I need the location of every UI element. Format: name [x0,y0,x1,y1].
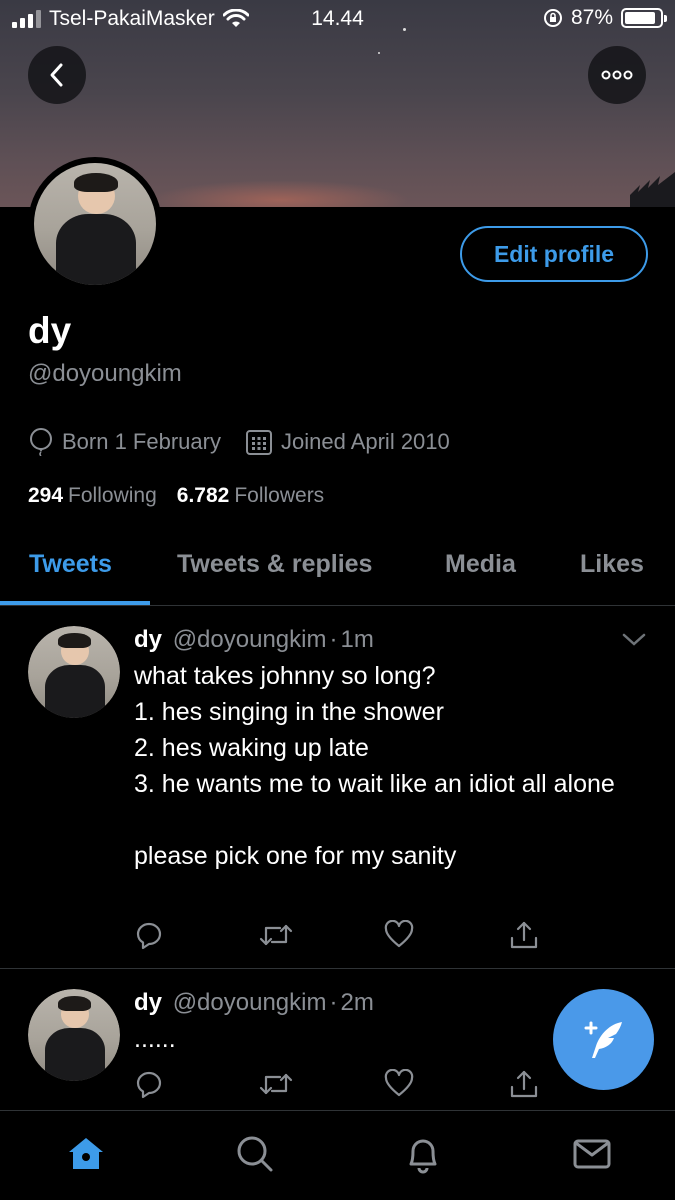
reply-icon [136,1071,162,1099]
tweet-author-handle: @doyoungkim [172,989,327,1016]
reply-button[interactable] [134,1069,259,1104]
like-button[interactable] [384,1068,509,1104]
share-button[interactable] [509,920,634,955]
tab-likes[interactable]: Likes [580,550,644,579]
tweet-header: dy @doyoungkim · 1m [134,626,374,654]
avatar[interactable] [28,626,120,718]
tweet-actions [134,919,634,955]
birthday-label: Born 1 February [62,429,221,454]
tweet-author-handle: @doyoungkim [172,626,327,653]
profile-tabs: Tweets Tweets & replies Media Likes [0,540,675,606]
retweet-button[interactable] [259,1069,384,1104]
orientation-lock-icon [543,9,562,27]
avatar [34,163,156,285]
tree-silhouette [630,172,675,207]
active-tab-indicator [0,601,150,605]
edit-profile-button[interactable]: Edit profile [460,226,648,282]
profile-avatar[interactable] [28,157,162,291]
following-link[interactable]: 294 Following [28,484,157,508]
notifications-icon[interactable] [402,1133,444,1175]
follow-counts: 294 Following 6.782 Followers [28,484,324,508]
heart-icon [384,919,414,948]
profile-handle: @doyoungkim [28,360,182,387]
tweet-actions [134,1068,634,1104]
retweet-icon [259,924,293,946]
profile-name: dy [28,310,72,351]
birthday-item: Born 1 February [28,428,221,456]
tab-tweets-replies[interactable]: Tweets & replies [177,550,372,579]
search-icon[interactable] [234,1133,276,1175]
tweet-author-name: dy [134,626,163,653]
tweet-header: dy @doyoungkim · 2m [134,989,374,1017]
like-button[interactable] [384,919,509,955]
more-dots-icon [601,70,633,80]
battery-percent: 87% [570,6,613,29]
battery-icon [621,8,667,28]
tweet-time: 1m [340,626,374,653]
bottom-navigation [0,1110,675,1200]
followers-link[interactable]: 6.782 Followers [177,484,324,508]
retweet-icon [259,1073,293,1095]
share-icon [510,1070,538,1098]
calendar-icon [245,430,272,455]
share-icon [510,921,538,949]
reply-button[interactable] [134,920,259,955]
more-options-button[interactable] [588,46,646,104]
tweet[interactable]: dy @doyoungkim · 1m what takes johnny so l… [0,606,675,968]
chevron-left-icon [50,63,63,87]
tab-tweets[interactable]: Tweets [29,550,112,579]
following-count: 294 [28,484,64,507]
status-bar: Tsel-PakaiMasker 14.44 87% [0,0,675,38]
following-label: Following [68,484,157,507]
chevron-down-icon[interactable] [621,632,647,648]
followers-count: 6.782 [176,484,230,507]
joined-label: Joined April 2010 [280,429,450,454]
tweet-separator: · [329,626,338,653]
tweet-text: what takes johnny so long? 1. hes singin… [134,662,615,870]
compose-tweet-button[interactable] [553,989,654,1090]
joined-item: Joined April 2010 [245,428,450,456]
messages-icon[interactable] [571,1133,613,1175]
retweet-button[interactable] [259,920,384,955]
back-button[interactable] [28,46,86,104]
tweet-separator: · [329,989,338,1016]
avatar[interactable] [28,989,120,1081]
tweet-time: 2m [340,989,374,1016]
profile-meta: Born 1 February Joined April 2010 [28,428,474,456]
tab-media[interactable]: Media [445,550,516,579]
heart-icon [384,1068,414,1097]
reply-icon [136,922,162,950]
home-icon[interactable] [65,1133,107,1175]
compose-feather-icon [584,1021,622,1058]
followers-label: Followers [234,484,325,507]
tweet-author-name: dy [134,989,163,1016]
balloon-icon [30,428,52,456]
